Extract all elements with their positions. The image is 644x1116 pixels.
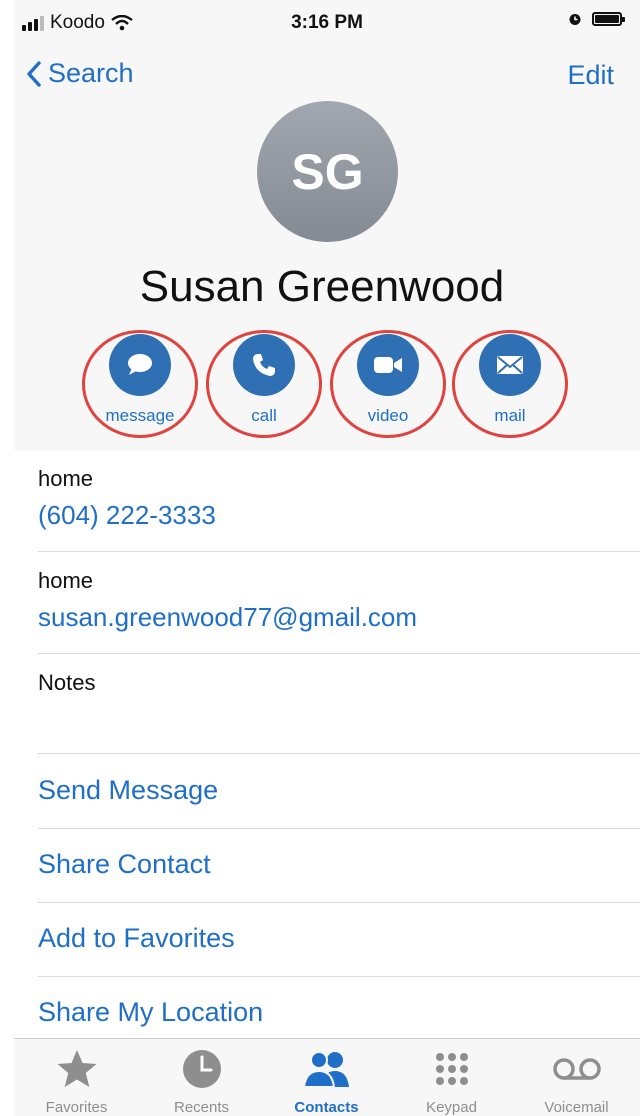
email-row[interactable]: home susan.greenwood77@gmail.com <box>38 568 640 654</box>
email-address[interactable]: susan.greenwood77@gmail.com <box>38 602 640 633</box>
tab-voicemail-label: Voicemail <box>544 1099 609 1116</box>
voicemail-icon <box>552 1058 601 1080</box>
alarm-icon <box>569 14 581 25</box>
avatar: SG <box>257 101 398 242</box>
phone-row[interactable]: home (604) 222-3333 <box>38 466 640 552</box>
tab-voicemail-icon-wrap <box>514 1047 639 1091</box>
clock-icon <box>182 1050 221 1088</box>
battery-icon <box>592 12 625 26</box>
contact-name: Susan Greenwood <box>139 262 505 311</box>
call-button[interactable]: call <box>206 330 322 438</box>
tab-favorites-label: Favorites <box>45 1099 108 1116</box>
star-icon <box>57 1050 96 1087</box>
status-bar: Koodo 3:16 PM <box>14 6 640 42</box>
annotation-ring <box>330 330 446 438</box>
phone-number[interactable]: (604) 222-3333 <box>38 500 640 531</box>
tab-keypad-icon-wrap <box>389 1047 514 1091</box>
tab-recents-icon-wrap <box>139 1047 264 1091</box>
contacts-icon <box>302 1051 349 1088</box>
add-to-favorites-link[interactable]: Add to Favorites <box>38 903 640 977</box>
keypad-icon <box>435 1053 468 1085</box>
annotation-ring <box>452 330 568 438</box>
mail-button[interactable]: mail <box>452 330 568 438</box>
send-message-link[interactable]: Send Message <box>38 755 640 829</box>
status-time: 3:16 PM <box>291 12 363 33</box>
back-label: Search <box>48 58 134 88</box>
tab-contacts-label: Contacts <box>294 1099 359 1116</box>
chevron-left-icon <box>27 60 41 87</box>
status-right <box>568 12 625 26</box>
tab-favorites[interactable]: Favorites <box>14 1039 139 1116</box>
annotation-ring <box>82 330 198 438</box>
tab-recents-label: Recents <box>173 1099 230 1116</box>
tab-recents[interactable]: Recents <box>139 1039 264 1116</box>
back-button[interactable]: Search <box>26 58 134 89</box>
email-label: home <box>38 568 94 593</box>
share-contact-link[interactable]: Share Contact <box>38 829 640 903</box>
annotation-ring <box>206 330 322 438</box>
notes-row[interactable]: Notes <box>38 670 640 754</box>
tab-contacts[interactable]: Contacts <box>264 1039 389 1116</box>
message-button[interactable]: message <box>82 330 198 438</box>
tab-favorites-icon-wrap <box>14 1047 139 1091</box>
phone-label: home <box>38 466 94 491</box>
edit-button[interactable]: Edit <box>567 60 614 91</box>
tab-keypad-label: Keypad <box>426 1099 477 1116</box>
tab-contacts-icon-wrap <box>264 1047 389 1091</box>
video-button[interactable]: video <box>330 330 446 438</box>
tab-keypad[interactable]: Keypad <box>389 1039 514 1116</box>
notes-label: Notes <box>38 670 96 695</box>
tab-bar: Favorites Recents Contacts Keypad Voicem… <box>14 1038 640 1116</box>
tab-voicemail[interactable]: Voicemail <box>514 1039 639 1116</box>
